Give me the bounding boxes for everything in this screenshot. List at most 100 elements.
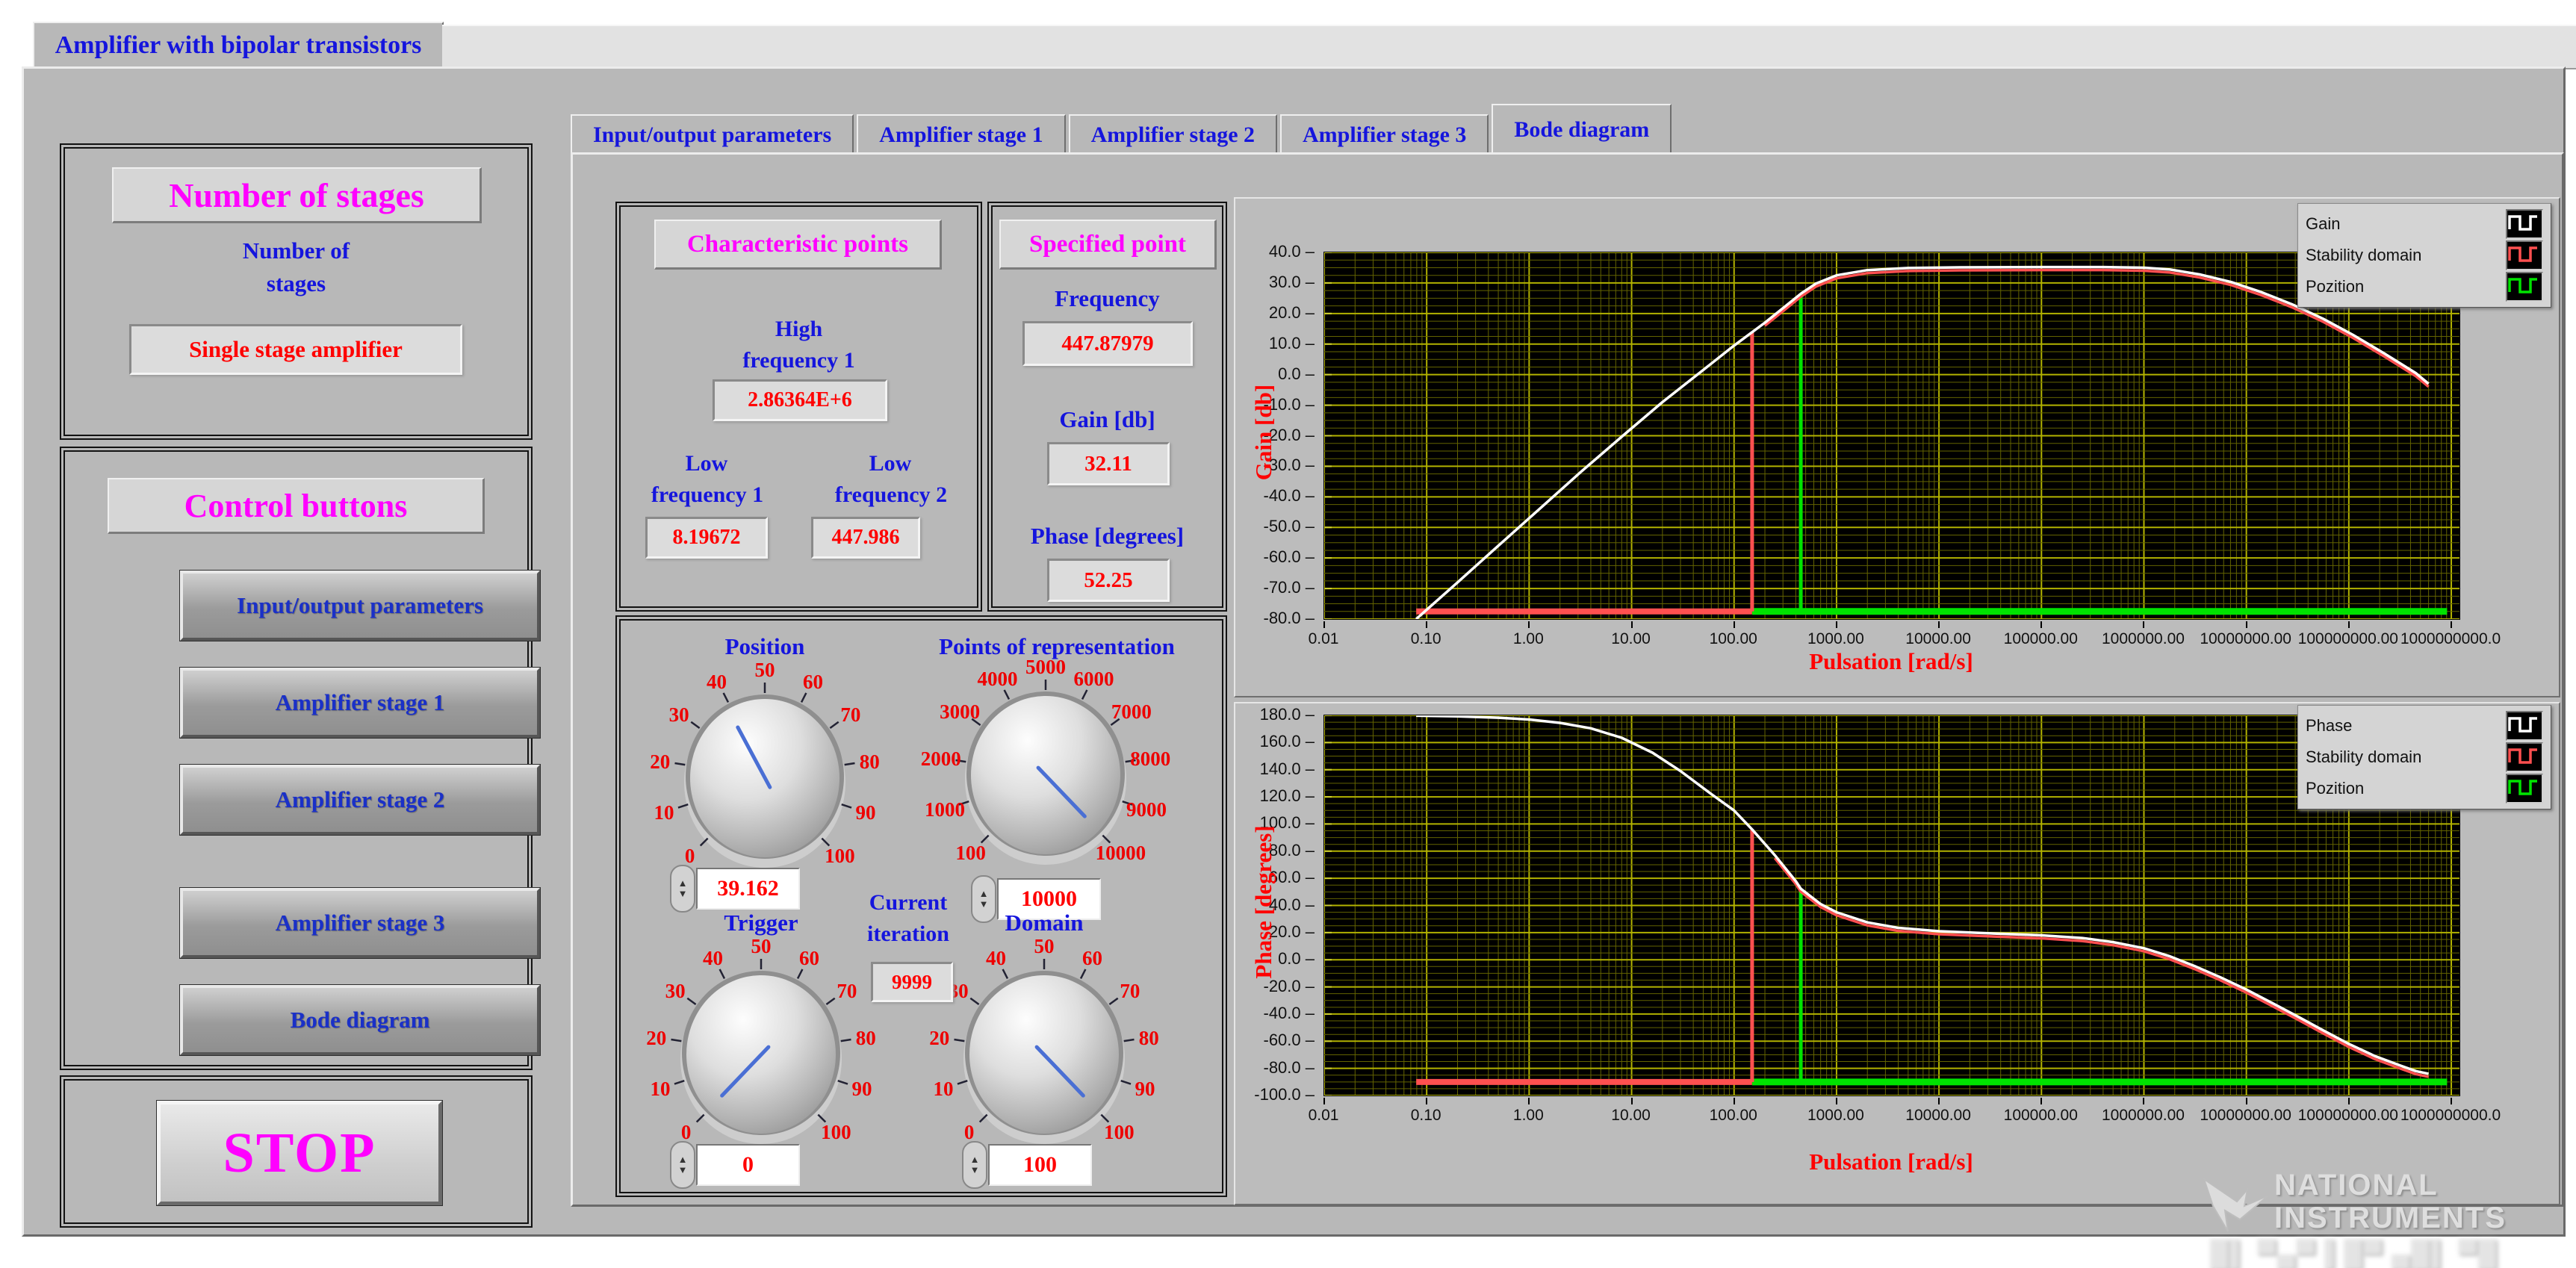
ni-watermark: NATIONAL INSTRUMENTS █▌ ▀▄▀ ▌█▀ ▄█▌ ▀█	[2203, 1160, 2576, 1268]
low-freq1-value: 8.19672	[672, 526, 741, 549]
gain-value-box: 32.11	[1047, 442, 1170, 485]
control-buttons-panel: Control buttons Input/output parameters A…	[60, 447, 540, 1070]
svg-text:5000: 5000	[1025, 656, 1066, 678]
knob-value-points-of-representation: 10000	[1021, 886, 1077, 911]
stop-button[interactable]: STOP	[157, 1101, 442, 1205]
legend-row-phase[interactable]: Phase	[2306, 710, 2543, 742]
knob-value-domain: 100	[1023, 1152, 1057, 1177]
xaxis-label-bode-gain-diagram: Pulsation [rad/s]	[1809, 648, 1973, 674]
control-buttons-heading-bar: Control buttons	[108, 478, 485, 534]
knob-dial-points-of-representation[interactable]: 100 1000 2000 3000 4000 5000 6000 7000 8000 9000 1…	[874, 648, 1217, 902]
tab-amplifier-stage-2[interactable]: Amplifier stage 2	[1068, 114, 1278, 155]
tab-bode-diagram[interactable]: Bode diagram	[1492, 104, 1672, 155]
legend-glyph-gain-icon	[2506, 209, 2543, 239]
svg-text:10: 10	[933, 1078, 953, 1100]
spinner-up-icon[interactable]: ▲	[678, 1154, 688, 1165]
high-freq-value: 2.86364E+6	[748, 388, 852, 411]
tab-amplifier-stage-3[interactable]: Amplifier stage 3	[1280, 114, 1489, 155]
stages-value-box[interactable]: Single stage amplifier	[129, 324, 462, 375]
legend-row-gain[interactable]: Gain	[2306, 208, 2543, 240]
current-iteration-value-box: 9999	[871, 962, 953, 1002]
characteristic-heading-bar: Characteristic points	[654, 220, 942, 270]
tab-label-amplifier-stage-3: Amplifier stage 3	[1303, 122, 1467, 147]
legend-bode-phase-diagram: Phase Stability domain Pozition	[2297, 705, 2551, 809]
tab-label-input-output-parameters: Input/output parameters	[593, 122, 832, 147]
tab-input-output-parameters[interactable]: Input/output parameters	[571, 114, 854, 155]
svg-text:60: 60	[803, 671, 823, 693]
svg-text:50: 50	[1034, 935, 1055, 957]
low-freq2-value-box: 447.986	[811, 517, 920, 559]
spinner-up-icon[interactable]: ▲	[678, 878, 688, 889]
control-button-bode-diagram[interactable]: Bode diagram	[180, 985, 540, 1055]
svg-text:0: 0	[964, 1121, 975, 1143]
control-button-label-amplifier-stage-2: Amplifier stage 2	[275, 786, 445, 812]
tab-amplifier-stage-1[interactable]: Amplifier stage 1	[857, 114, 1066, 155]
high-freq-label-1: High	[775, 317, 823, 341]
phase-label: Phase [degrees]	[1030, 523, 1185, 549]
knob-spinner-trigger[interactable]: ▲ ▼	[670, 1141, 695, 1189]
stages-value: Single stage amplifier	[189, 336, 403, 362]
legend-row-stability-domain[interactable]: Stability domain	[2306, 240, 2543, 271]
window-tab[interactable]: Amplifier with bipolar transistors	[33, 22, 444, 68]
knob-spinner-domain[interactable]: ▲ ▼	[962, 1141, 987, 1189]
control-button-amplifier-stage-3[interactable]: Amplifier stage 3	[180, 888, 540, 958]
svg-text:0: 0	[685, 845, 695, 867]
legend-label-stability-domain: Stability domain	[2306, 246, 2422, 264]
characteristic-points-group: Characteristic points High frequency 1 2…	[615, 202, 982, 612]
legend-glyph-pozition-icon	[2506, 774, 2543, 804]
chart-svg-bode-gain-diagram	[1324, 252, 2459, 619]
spinner-down-icon[interactable]: ▼	[970, 1165, 980, 1175]
svg-text:9000: 9000	[1126, 798, 1167, 821]
watermark-line1: NATIONAL	[2274, 1169, 2439, 1202]
stop-panel: STOP	[60, 1075, 533, 1228]
svg-text:10: 10	[650, 1078, 670, 1100]
svg-text:90: 90	[1135, 1078, 1155, 1100]
svg-text:100: 100	[825, 845, 855, 867]
current-iteration-label-1: Current	[869, 890, 948, 915]
knob-spinner-position[interactable]: ▲ ▼	[670, 865, 695, 913]
control-button-label-amplifier-stage-1: Amplifier stage 1	[275, 689, 445, 715]
spinner-down-icon[interactable]: ▼	[979, 899, 989, 910]
legend-label-stability-domain: Stability domain	[2306, 748, 2422, 766]
low-freq2-value: 447.986	[831, 526, 900, 549]
legend-row-pozition[interactable]: Pozition	[2306, 271, 2543, 302]
legend-row-stability-domain[interactable]: Stability domain	[2306, 742, 2543, 773]
spinner-down-icon[interactable]: ▼	[678, 1165, 688, 1175]
spinner-up-icon[interactable]: ▲	[970, 1154, 980, 1165]
knob-value-box-trigger[interactable]: 0	[696, 1144, 800, 1186]
svg-text:80: 80	[1139, 1027, 1159, 1049]
tab-label-amplifier-stage-2: Amplifier stage 2	[1090, 122, 1256, 147]
control-button-amplifier-stage-2[interactable]: Amplifier stage 2	[180, 765, 540, 835]
svg-text:100: 100	[1104, 1121, 1135, 1143]
control-button-input-output-parameters[interactable]: Input/output parameters	[180, 571, 540, 641]
svg-text:50: 50	[751, 935, 772, 957]
gain-label: Gain [db]	[1059, 406, 1155, 432]
svg-text:70: 70	[840, 703, 860, 726]
frequency-label: Frequency	[1055, 285, 1160, 311]
stages-label-line1: Number of	[242, 237, 350, 264]
svg-text:4000: 4000	[978, 668, 1018, 690]
svg-text:6000: 6000	[1073, 668, 1114, 690]
svg-text:30: 30	[665, 980, 686, 1002]
specified-heading-bar: Specified point	[999, 220, 1217, 270]
frequency-value-box: 447.87979	[1022, 321, 1193, 366]
svg-text:40: 40	[703, 947, 723, 969]
svg-text:20: 20	[650, 750, 670, 773]
knob-value-box-domain[interactable]: 100	[988, 1144, 1092, 1186]
application-window: Amplifier with bipolar transistors Numbe…	[0, 0, 2576, 1268]
spinner-up-icon[interactable]: ▲	[979, 889, 989, 899]
knob-value-box-position[interactable]: 39.162	[696, 868, 800, 910]
control-button-label-bode-diagram: Bode diagram	[290, 1007, 430, 1033]
window-title: Amplifier with bipolar transistors	[55, 31, 422, 59]
xtick-bode-gain-diagram-11: 1000000000.0	[2387, 621, 2514, 648]
current-iteration-value: 9999	[892, 970, 932, 993]
svg-text:30: 30	[669, 703, 689, 726]
knob-value-trigger: 0	[742, 1152, 754, 1177]
control-button-amplifier-stage-1[interactable]: Amplifier stage 1	[180, 668, 540, 738]
legend-label-pozition: Pozition	[2306, 779, 2365, 798]
knob-dial-svg-points-of-representation: 100 1000 2000 3000 4000 5000 6000 7000 8000 9000 1…	[921, 656, 1170, 865]
spinner-down-icon[interactable]: ▼	[678, 889, 688, 899]
svg-text:2000: 2000	[921, 748, 961, 770]
watermark-line2: INSTRUMENTS	[2274, 1202, 2507, 1234]
legend-row-pozition[interactable]: Pozition	[2306, 773, 2543, 804]
